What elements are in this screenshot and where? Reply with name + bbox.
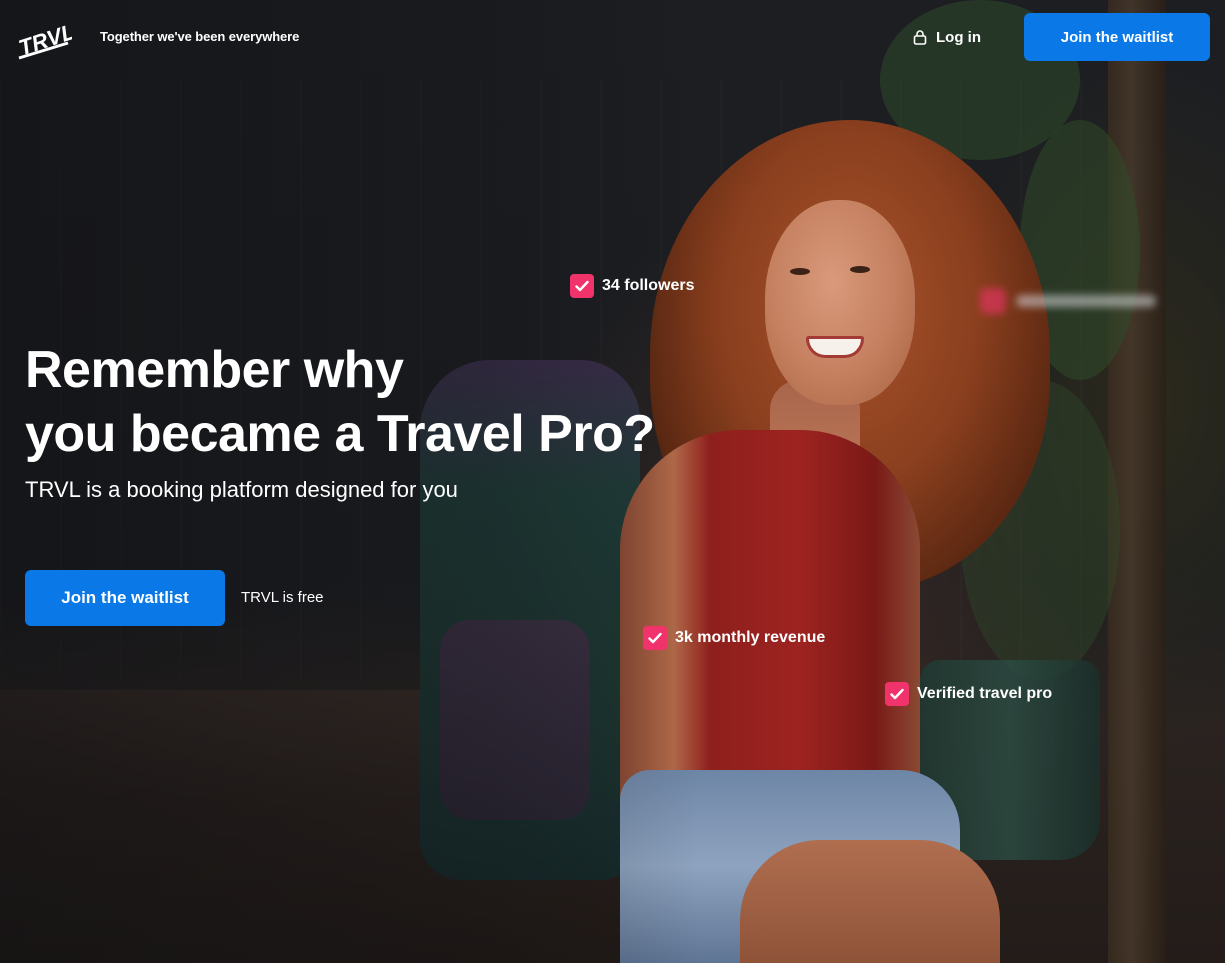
- hero-person-smile: [806, 336, 864, 358]
- badge-blurred: [980, 288, 1156, 314]
- hero-person-face: [765, 200, 915, 405]
- check-icon: [885, 682, 909, 706]
- trvl-logo[interactable]: TRVL: [16, 18, 78, 62]
- free-note: TRVL is free: [241, 589, 324, 606]
- header-tagline: Together we've been everywhere: [100, 29, 300, 44]
- header-join-waitlist-button[interactable]: Join the waitlist: [1024, 13, 1210, 61]
- badge-label: Verified travel pro: [917, 685, 1053, 702]
- hero-person-eye: [790, 268, 810, 275]
- logo-text: TRVL: [16, 19, 72, 61]
- hero-subhead: TRVL is a booking platform designed for …: [25, 477, 458, 502]
- login-link[interactable]: Log in: [912, 27, 981, 47]
- badge-followers: 34 followers: [570, 274, 694, 298]
- hero-headline: Remember why you became a Travel Pro?: [25, 338, 655, 466]
- check-icon: [643, 626, 667, 650]
- badge-verified-travel-pro: Verified travel pro: [885, 682, 1052, 706]
- badge-monthly-revenue: 3k monthly revenue: [643, 626, 825, 650]
- lock-icon: [913, 30, 927, 45]
- blurred-check-icon: [980, 288, 1006, 314]
- badge-label: 34 followers: [602, 277, 695, 294]
- hero-headline-line1: Remember why: [25, 341, 404, 399]
- background-pole: [1108, 0, 1166, 963]
- trvl-logo-icon: TRVL: [16, 19, 78, 61]
- hero-headline-line2: you became a Travel Pro?: [25, 405, 655, 463]
- blurred-badge-text: [1016, 295, 1156, 307]
- landing-page: TRVL Together we've been everywhere Log …: [0, 0, 1225, 963]
- badge-label: 3k monthly revenue: [675, 629, 826, 646]
- hero-person-leg: [740, 840, 1000, 963]
- check-icon: [570, 274, 594, 298]
- hero-person-eye: [850, 266, 870, 273]
- hero-join-waitlist-button[interactable]: Join the waitlist: [25, 570, 225, 626]
- login-label: Log in: [936, 28, 981, 46]
